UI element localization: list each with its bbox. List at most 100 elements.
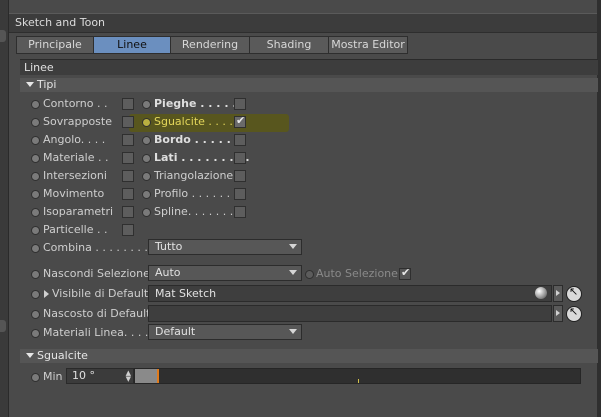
- materiali-dropdown[interactable]: Default: [148, 324, 302, 340]
- slider-handle[interactable]: [157, 369, 160, 383]
- checkbox[interactable]: [122, 188, 134, 200]
- option-particelle[interactable]: Particelle . .: [31, 222, 141, 238]
- option-label: Spline. . . . . . .: [154, 205, 234, 218]
- nascondi-label: Nascondi Selezione: [43, 267, 150, 280]
- option-label: Materiale . .: [43, 151, 109, 164]
- checkbox[interactable]: [234, 152, 246, 164]
- option-label: Particelle . .: [43, 223, 108, 236]
- checkbox[interactable]: [234, 98, 246, 110]
- keyframe-dot-icon: [31, 208, 40, 217]
- keyframe-dot-icon: [31, 100, 40, 109]
- keyframe-dot-icon: [31, 154, 40, 163]
- visibile-link-field[interactable]: Mat Sketch: [148, 285, 552, 302]
- checkbox-checked[interactable]: ✔: [399, 266, 411, 280]
- tab-principale[interactable]: Principale: [16, 36, 94, 54]
- option-movimento[interactable]: Movimento: [31, 186, 141, 202]
- option-lati[interactable]: Lati . . . . . . . . .: [142, 150, 254, 166]
- option-label: Pieghe . . . . . .: [154, 97, 245, 110]
- group-sgualcite-header[interactable]: Sgualcite: [20, 349, 598, 363]
- checkbox[interactable]: [234, 188, 246, 200]
- option-triangolazione[interactable]: Triangolazione: [142, 168, 254, 184]
- option-sgualcite[interactable]: Sgualcite . . . . . ✔: [142, 114, 254, 130]
- keyframe-dot-icon: [31, 118, 40, 127]
- check-icon: ✔: [401, 266, 411, 279]
- option-profilo[interactable]: Profilo . . . . . .: [142, 186, 254, 202]
- checkbox[interactable]: [234, 206, 246, 218]
- title-bar: Sketch and Toon: [9, 13, 597, 33]
- option-label: Angolo. . . .: [43, 133, 106, 146]
- checkbox[interactable]: [122, 206, 134, 218]
- option-sovrapposte[interactable]: Sovrapposte: [31, 114, 141, 130]
- option-label: Sgualcite . . . . .: [154, 115, 240, 128]
- min-label: Min: [43, 370, 63, 383]
- tab-mostra-editor[interactable]: Mostra Editor: [328, 36, 408, 54]
- expand-triangle-icon[interactable]: [44, 290, 49, 298]
- auto-selezione-option[interactable]: Auto Selezione ✔: [305, 266, 415, 282]
- checkbox[interactable]: [122, 170, 134, 182]
- checkbox[interactable]: [122, 98, 134, 110]
- checkbox[interactable]: [122, 134, 134, 146]
- option-label: Movimento: [43, 187, 105, 200]
- keyframe-dot-icon: [31, 244, 40, 253]
- tab-rendering[interactable]: Rendering: [170, 36, 250, 54]
- cursor-arrow-icon: ↖: [569, 285, 579, 298]
- arrow-right-icon: [556, 310, 560, 316]
- min-value: 10 °: [72, 369, 95, 382]
- checkbox-checked[interactable]: ✔: [234, 114, 246, 128]
- check-icon: ✔: [236, 114, 246, 127]
- keyframe-dot-icon: [142, 208, 151, 217]
- group-title: Tipi: [37, 78, 57, 91]
- dock-notch: [0, 320, 6, 332]
- section-title: Linee: [24, 61, 54, 74]
- materiali-row: Materiali Linea. . . . . .: [31, 325, 163, 341]
- option-bordo[interactable]: Bordo . . . . . . .: [142, 132, 254, 148]
- option-isoparametri[interactable]: Isoparametri: [31, 204, 141, 220]
- combina-label: Combina . . . . . . . . . .: [43, 241, 162, 254]
- option-intersezioni[interactable]: Intersezioni: [31, 168, 141, 184]
- option-contorno[interactable]: Contorno . .: [31, 96, 141, 112]
- visibile-row: Visibile di Default: [31, 286, 161, 302]
- keyframe-dot-icon: [142, 136, 151, 145]
- dropdown-value: Auto: [155, 266, 181, 279]
- option-label: Intersezioni: [43, 169, 107, 182]
- visibile-label: Visibile di Default: [52, 287, 149, 300]
- option-materiale[interactable]: Materiale . .: [31, 150, 141, 166]
- combina-dropdown[interactable]: Tutto: [148, 239, 302, 255]
- left-dock-strip: [0, 0, 9, 417]
- min-input[interactable]: 10 ° ▲ ▼: [66, 368, 134, 384]
- slider-fill: [135, 369, 158, 383]
- spin-down-icon[interactable]: ▼: [126, 376, 131, 383]
- tab-shading[interactable]: Shading: [249, 36, 329, 54]
- checkbox[interactable]: [234, 170, 246, 182]
- dropdown-value: Tutto: [155, 240, 183, 253]
- min-slider[interactable]: [134, 368, 581, 384]
- materiali-label: Materiali Linea. . . . . .: [43, 326, 163, 339]
- keyframe-dot-icon: [31, 172, 40, 181]
- material-preview-icon: [535, 287, 547, 299]
- pick-object-button[interactable]: ↖: [566, 305, 582, 322]
- checkbox[interactable]: [234, 134, 246, 146]
- keyframe-dot-icon: [31, 226, 40, 235]
- option-angolo[interactable]: Angolo. . . .: [31, 132, 141, 148]
- pick-object-button[interactable]: ↖: [566, 285, 582, 302]
- checkbox[interactable]: [122, 116, 134, 128]
- nascondi-dropdown[interactable]: Auto: [148, 265, 302, 281]
- nascosto-link-field[interactable]: [148, 305, 552, 322]
- checkbox[interactable]: [122, 152, 134, 164]
- keyframe-dot-icon: [31, 329, 40, 338]
- option-pieghe[interactable]: Pieghe . . . . . .: [142, 96, 254, 112]
- link-menu-button[interactable]: [553, 285, 563, 302]
- option-spline[interactable]: Spline. . . . . . .: [142, 204, 254, 220]
- option-label: Bordo . . . . . . .: [154, 133, 247, 146]
- auto-selezione-label: Auto Selezione: [316, 267, 398, 280]
- tab-bar: Principale Linee Rendering Shading Mostr…: [16, 36, 408, 54]
- keyframe-dot-icon: [142, 172, 151, 181]
- group-tipi-header[interactable]: Tipi: [20, 78, 598, 92]
- spinner-arrows-icon[interactable]: ▲ ▼: [126, 370, 131, 383]
- link-menu-button[interactable]: [553, 305, 563, 322]
- link-value: Mat Sketch: [155, 287, 217, 300]
- tab-linee[interactable]: Linee: [93, 36, 171, 54]
- section-linee: Linee: [20, 59, 598, 75]
- checkbox[interactable]: [122, 224, 134, 236]
- keyframe-dot-icon: [31, 310, 40, 319]
